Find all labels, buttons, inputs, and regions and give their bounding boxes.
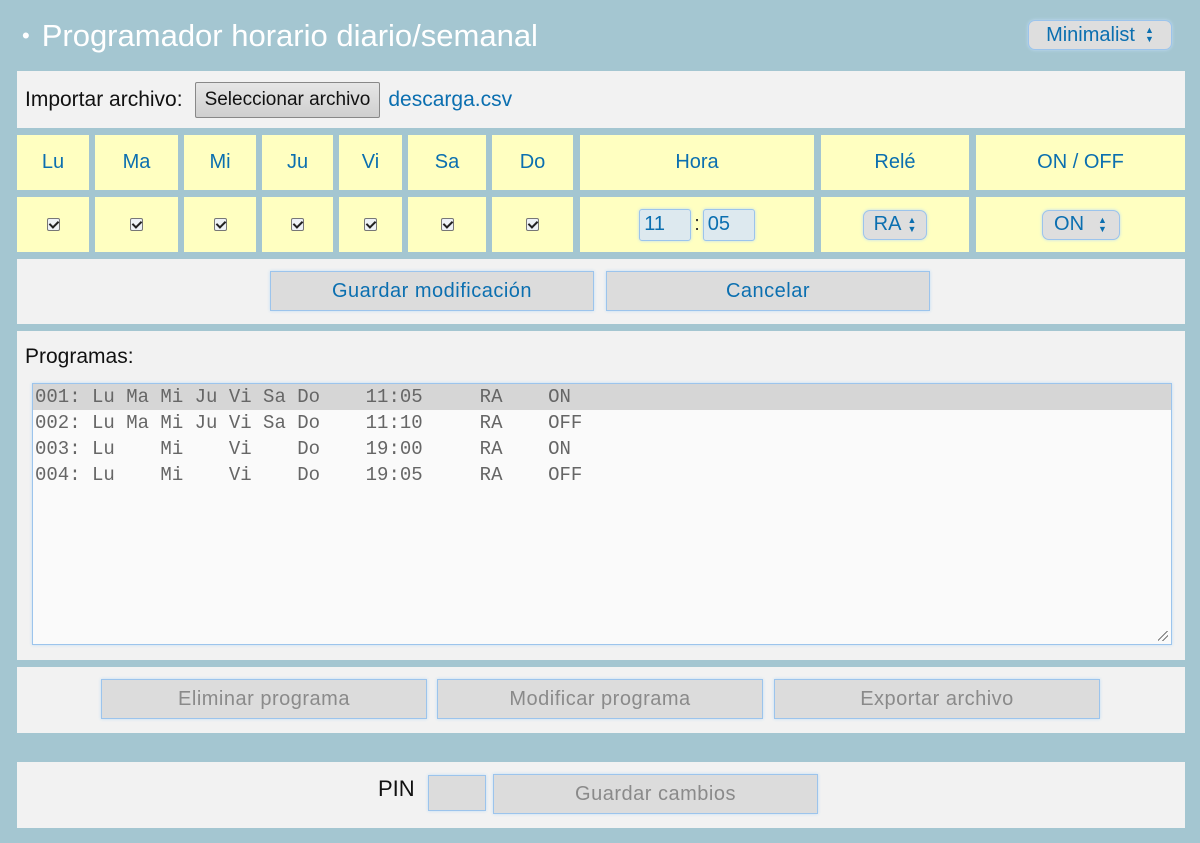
relay-select[interactable]: RA ▲ ▼ xyxy=(863,209,927,240)
updown-arrows-icon: ▲ ▼ xyxy=(1144,25,1154,44)
day-cell-ma xyxy=(95,197,178,252)
program-row[interactable]: 003: Lu Mi Vi Do 19:00 RA ON xyxy=(33,436,1171,462)
state-select-value: ON xyxy=(1054,213,1085,235)
program-row[interactable]: 001: Lu Ma Mi Ju Vi Sa Do 11:05 RA ON xyxy=(33,384,1171,410)
theme-select[interactable]: Minimalist ▲ ▼ xyxy=(1028,20,1172,50)
day-header-lu: Lu xyxy=(17,135,89,190)
onoff-header: ON / OFF xyxy=(976,135,1185,190)
checkbox-sa[interactable] xyxy=(440,218,454,231)
day-header-ma: Ma xyxy=(95,135,178,190)
day-cell-do xyxy=(492,197,573,252)
day-header-ju: Ju xyxy=(262,135,333,190)
export-file-button[interactable]: Exportar archivo xyxy=(774,679,1100,719)
programs-label: Programas: xyxy=(25,345,134,368)
hour-input[interactable]: 11 xyxy=(639,208,692,241)
checkbox-mi[interactable] xyxy=(213,218,227,231)
relay-cell: RA ▲ ▼ xyxy=(821,197,969,252)
cancel-button[interactable]: Cancelar xyxy=(606,271,930,311)
programs-list[interactable]: 001: Lu Ma Mi Ju Vi Sa Do 11:05 RA ON 00… xyxy=(32,383,1172,645)
pin-input[interactable] xyxy=(428,775,486,811)
program-row[interactable]: 002: Lu Ma Mi Ju Vi Sa Do 11:10 RA OFF xyxy=(33,410,1171,436)
updown-arrows-icon: ▲ ▼ xyxy=(1098,214,1107,234)
page-title-text: Programador horario diario/semanal xyxy=(41,18,538,53)
import-label: Importar archivo: xyxy=(25,87,183,111)
program-actions-panel: Eliminar programa Modificar programa Exp… xyxy=(17,667,1185,733)
checkbox-vi[interactable] xyxy=(364,218,377,231)
page-title: • Programador horario diario/semanal xyxy=(22,14,538,58)
day-cell-ju xyxy=(262,197,333,252)
day-header-mi: Mi xyxy=(184,135,256,190)
hour-header: Hora xyxy=(580,135,814,190)
day-cell-lu xyxy=(17,197,89,252)
time-cell: 11 : 05 xyxy=(580,197,814,252)
pin-label: PIN xyxy=(378,776,415,801)
day-header-sa: Sa xyxy=(408,135,486,190)
state-select[interactable]: ON ▲ ▼ xyxy=(1041,209,1120,240)
resize-grip-icon[interactable] xyxy=(1158,631,1168,641)
delete-program-button[interactable]: Eliminar programa xyxy=(101,679,427,719)
program-row[interactable]: 004: Lu Mi Vi Do 19:05 RA OFF xyxy=(33,462,1171,488)
pin-panel: PIN Guardar cambios xyxy=(17,762,1185,828)
checkbox-do[interactable] xyxy=(526,218,539,231)
day-header-do: Do xyxy=(492,135,573,190)
theme-select-value: Minimalist xyxy=(1046,23,1135,46)
onoff-cell: ON ▲ ▼ xyxy=(976,197,1185,252)
save-changes-button[interactable]: Guardar cambios xyxy=(493,774,818,814)
relay-select-value: RA xyxy=(873,213,902,235)
edit-actions-panel: Guardar modificación Cancelar xyxy=(17,259,1185,324)
updown-arrows-icon: ▲ ▼ xyxy=(907,214,917,234)
day-header-vi: Vi xyxy=(339,135,402,190)
day-cell-mi xyxy=(184,197,256,252)
programs-panel: Programas: 001: Lu Ma Mi Ju Vi Sa Do 11:… xyxy=(17,331,1185,660)
time-separator: : xyxy=(694,213,700,235)
save-modification-button[interactable]: Guardar modificación xyxy=(270,271,594,311)
modify-program-button[interactable]: Modificar programa xyxy=(437,679,763,719)
import-panel: Importar archivo: Seleccionar archivo de… xyxy=(17,71,1185,128)
selected-filename: descarga.csv xyxy=(388,87,513,111)
choose-file-button[interactable]: Seleccionar archivo xyxy=(194,81,381,118)
day-cell-sa xyxy=(408,197,486,252)
checkbox-lu[interactable] xyxy=(46,218,60,231)
minute-input[interactable]: 05 xyxy=(702,208,755,241)
checkbox-ma[interactable] xyxy=(130,218,143,231)
checkbox-ju[interactable] xyxy=(291,218,304,231)
day-cell-vi xyxy=(339,197,402,252)
title-bullet: • xyxy=(22,23,30,48)
relay-header: Relé xyxy=(821,135,969,190)
